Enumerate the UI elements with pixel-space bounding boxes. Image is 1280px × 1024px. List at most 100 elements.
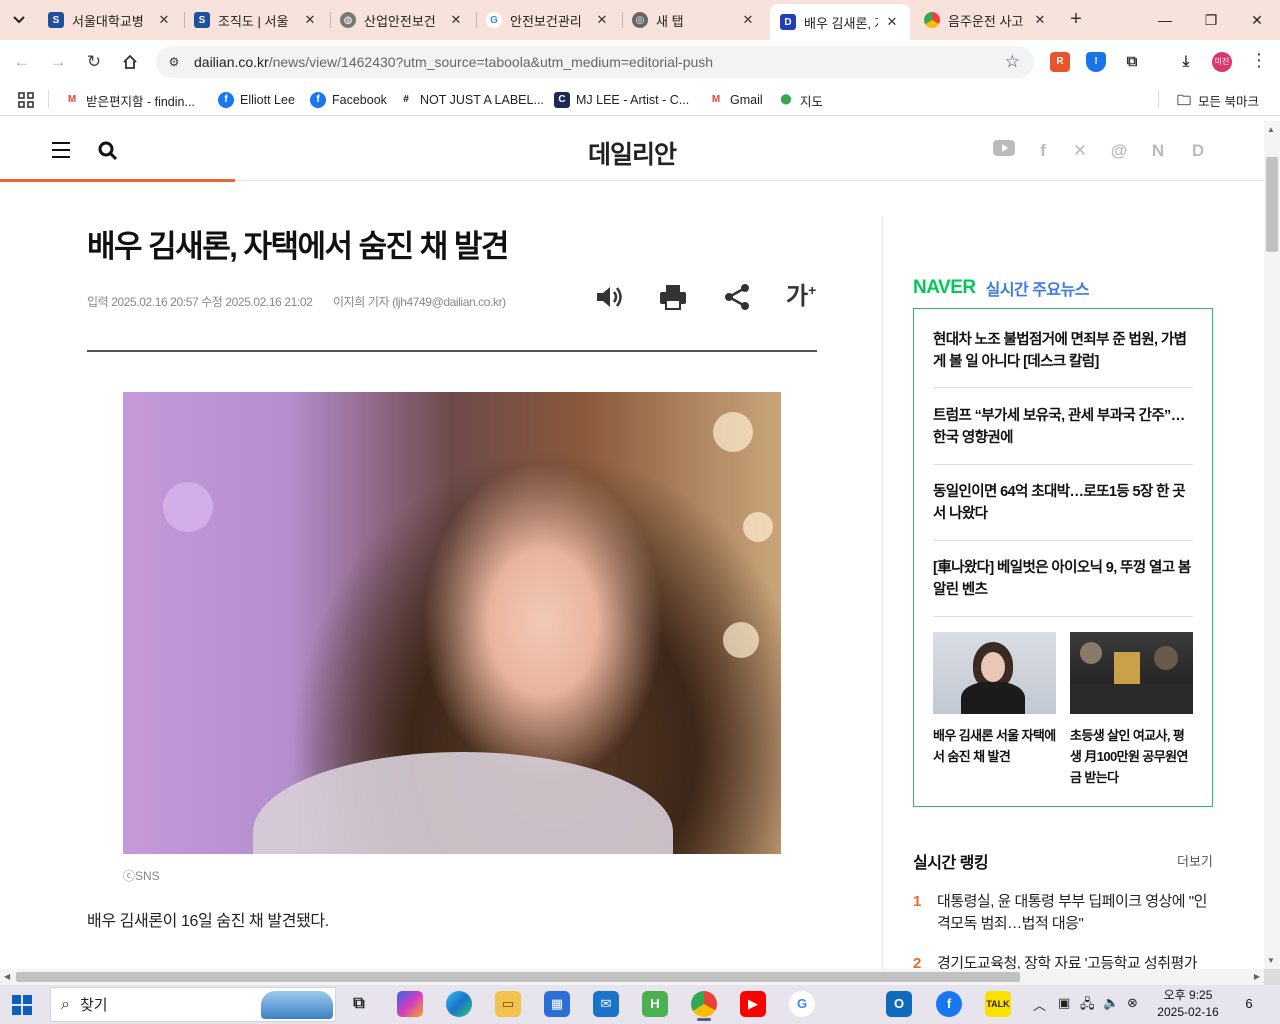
close-icon[interactable]: ✕ — [1032, 12, 1048, 28]
bookmark-mj-lee[interactable]: C MJ LEE - Artist - C... — [554, 91, 689, 109]
extensions-puzzle-icon[interactable]: ⧉ — [1122, 52, 1142, 72]
naver-news-item[interactable]: 트럼프 “부가세 보유국, 관세 부과국 간주”…한국 영향권에 — [933, 405, 1193, 449]
speaker-icon[interactable] — [593, 281, 625, 313]
bookmark-star-icon[interactable]: ☆ — [1005, 52, 1020, 72]
print-icon[interactable] — [657, 281, 689, 313]
share-icon[interactable] — [721, 281, 753, 313]
all-bookmarks[interactable]: 🗀 모든 북마크 — [1176, 91, 1259, 109]
microsoft-store-icon[interactable]: ▦ — [544, 991, 570, 1017]
bookmark-gmail-inbox[interactable]: M 받은편지함 - findin... — [64, 91, 195, 109]
naver-photo-caption-1[interactable]: 배우 김새론 서울 자택에서 숨진 채 발견 — [933, 725, 1057, 767]
hamburger-menu-icon[interactable] — [52, 142, 70, 158]
mute-mic-icon[interactable]: ⊗ — [1127, 995, 1138, 1011]
x-icon[interactable]: ✕ — [1068, 139, 1092, 163]
threads-icon[interactable]: @ — [1107, 139, 1131, 163]
new-tab-button[interactable]: + — [1064, 8, 1088, 32]
tab-3[interactable]: ◍ 산업안전보건 ✕ — [330, 6, 474, 34]
apps-grid-icon[interactable] — [18, 91, 34, 109]
naver-news-item[interactable]: [車나왔다] 베일벗은 아이오닉 9, 뚜껑 열고 봄 알린 벤츠 — [933, 557, 1193, 601]
kebab-menu-icon[interactable]: ⋮ — [1250, 50, 1268, 71]
naver-n-icon[interactable]: N — [1146, 139, 1170, 163]
naver-news-item[interactable]: 동일인이면 64억 초대박…로또1등 5장 한 곳서 나왔다 — [933, 481, 1193, 525]
youtube-icon[interactable] — [992, 139, 1016, 163]
kakaotalk-icon[interactable]: TALK — [985, 991, 1011, 1017]
minimize-button[interactable]: — — [1150, 8, 1180, 32]
dailian-d-icon[interactable]: D — [1186, 139, 1210, 163]
back-button[interactable]: ← — [10, 50, 34, 74]
facebook-icon: f — [310, 92, 326, 108]
home-icon — [123, 54, 137, 69]
search-icon[interactable] — [98, 141, 118, 161]
tab-search-button[interactable] — [6, 8, 32, 32]
edge-icon[interactable] — [446, 991, 472, 1017]
tab-1[interactable]: S 서울대학교병 ✕ — [38, 6, 182, 34]
device-icon[interactable]: ▣ — [1058, 995, 1070, 1011]
close-icon[interactable]: ✕ — [156, 12, 172, 28]
facebook-icon[interactable]: f — [936, 991, 962, 1017]
bookmark-maps[interactable]: ⬤ 지도 — [778, 91, 823, 109]
site-logo[interactable]: 데일리안 — [588, 135, 677, 171]
ranking-more-link[interactable]: 더보기 — [1177, 851, 1213, 870]
reload-button[interactable]: ↻ — [82, 50, 106, 74]
tab-6-active[interactable]: D 배우 김새론, 자 ✕ — [770, 4, 910, 40]
site-info-icon[interactable]: ⚙ — [164, 52, 184, 72]
tab-strip: S 서울대학교병 ✕ S 조직도 | 서울 ✕ ◍ 산업안전보건 ✕ G 안전보… — [0, 0, 1280, 40]
font-size-label: 가 — [786, 283, 809, 310]
close-icon[interactable]: ✕ — [302, 12, 318, 28]
naver-photo-caption-2[interactable]: 초등생 살인 여교사, 평생 月100만원 공무원연금 받는다 — [1070, 725, 1194, 788]
naver-photo-thumb-1[interactable] — [933, 632, 1056, 714]
tab-4[interactable]: G 안전보건관리 ✕ — [476, 6, 620, 34]
address-bar[interactable]: ⚙ dailian.co.kr/news/view/1462430?utm_so… — [156, 46, 1034, 78]
task-view-icon[interactable]: ⧉ — [346, 991, 372, 1017]
extension-shield-icon[interactable]: ! — [1086, 52, 1106, 72]
tab-title: 산업안전보건 — [364, 13, 436, 29]
volume-icon[interactable]: 🔈 — [1103, 995, 1119, 1011]
bookmark-elliott-lee[interactable]: f Elliott Lee — [218, 91, 295, 109]
article-headline: 배우 김새론, 자택에서 숨진 채 발견 — [87, 229, 509, 264]
horizontal-scrollbar[interactable]: ◀ ▶ — [0, 969, 1264, 985]
tab-2[interactable]: S 조직도 | 서울 ✕ — [184, 6, 328, 34]
vertical-scrollbar[interactable]: ▲ ▼ — [1264, 121, 1280, 969]
naver-photo-thumb-2[interactable] — [1070, 632, 1193, 714]
tab-title: 배우 김새론, 자 — [804, 15, 878, 31]
youtube-icon[interactable]: ▶ — [740, 991, 766, 1017]
close-icon[interactable]: ✕ — [594, 12, 610, 28]
system-clock[interactable]: 오후 9:25 2025-02-16 — [1148, 987, 1228, 1021]
outlook-icon[interactable]: O — [886, 991, 912, 1017]
bookmark-gmail[interactable]: M Gmail — [708, 91, 763, 109]
taskbar-search[interactable]: ⌕ 찾기 — [50, 987, 336, 1022]
close-icon[interactable]: ✕ — [884, 14, 900, 30]
bookmark-facebook[interactable]: f Facebook — [310, 91, 387, 109]
copilot-icon[interactable] — [397, 991, 423, 1017]
chevron-up-icon[interactable]: ︿ — [1033, 995, 1046, 1014]
ranking-number: 1 — [913, 893, 921, 910]
tab-5[interactable]: ◎ 새 탭 ✕ — [622, 6, 766, 34]
download-icon[interactable]: ⤓ — [1176, 52, 1196, 72]
file-explorer-icon[interactable]: ▭ — [495, 991, 521, 1017]
article-byline: 이지희 기자 (ljh4749@dailian.co.kr) — [333, 295, 506, 309]
windows-start-icon[interactable] — [12, 995, 32, 1015]
close-icon[interactable]: ✕ — [740, 12, 756, 28]
google-g-icon[interactable]: G — [789, 991, 815, 1017]
h-app-icon[interactable]: H — [642, 991, 668, 1017]
mail-icon[interactable]: ✉ — [593, 991, 619, 1017]
ranking-item[interactable]: 2 경기도교육청, 장학 자료 '고등학교 성취평가 — [913, 953, 1213, 969]
bookmark-not-just-a-label[interactable]: # NOT JUST A LABEL... — [398, 91, 544, 109]
ranking-item[interactable]: 1 대통령실, 윤 대통령 부부 딥페이크 영상에 "인격모독 범죄…법적 대응… — [913, 891, 1213, 935]
close-icon[interactable]: ✕ — [448, 12, 464, 28]
profile-avatar[interactable]: 미진 — [1212, 52, 1232, 72]
forward-button[interactable]: → — [46, 50, 70, 74]
restore-button[interactable]: ❐ — [1196, 8, 1226, 32]
tab-7[interactable]: 음주운전 사고 ✕ — [914, 6, 1058, 34]
chrome-icon[interactable] — [691, 991, 717, 1021]
close-window-button[interactable]: ✕ — [1242, 8, 1272, 32]
network-icon[interactable]: 🖧 — [1080, 995, 1095, 1017]
extension-rakuten-icon[interactable]: R — [1050, 52, 1070, 72]
home-button[interactable] — [118, 50, 142, 74]
notification-center-icon[interactable]: 6 — [1238, 993, 1260, 1015]
scrollbar-thumb[interactable] — [1266, 157, 1278, 252]
font-size-button[interactable]: 가+ — [786, 281, 818, 313]
scrollbar-thumb[interactable] — [16, 972, 1020, 982]
facebook-icon[interactable]: f — [1031, 139, 1055, 163]
naver-news-item[interactable]: 현대차 노조 불법점거에 면죄부 준 법원, 가볍게 볼 일 아니다 [데스크 … — [933, 329, 1193, 373]
